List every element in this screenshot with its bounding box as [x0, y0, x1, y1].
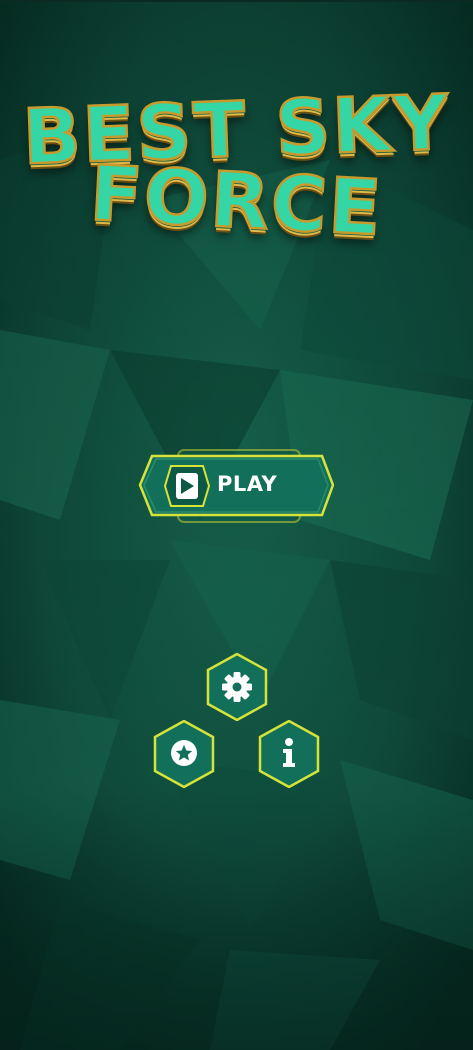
play-button[interactable]: PLAY — [138, 448, 334, 524]
play-icon — [163, 465, 211, 507]
info-button[interactable] — [258, 720, 320, 788]
star-icon — [153, 720, 215, 788]
favorites-button[interactable] — [153, 720, 215, 788]
gear-icon — [206, 653, 268, 721]
play-button-label: PLAY — [217, 472, 278, 496]
info-icon — [258, 720, 320, 788]
settings-button[interactable] — [206, 653, 268, 721]
